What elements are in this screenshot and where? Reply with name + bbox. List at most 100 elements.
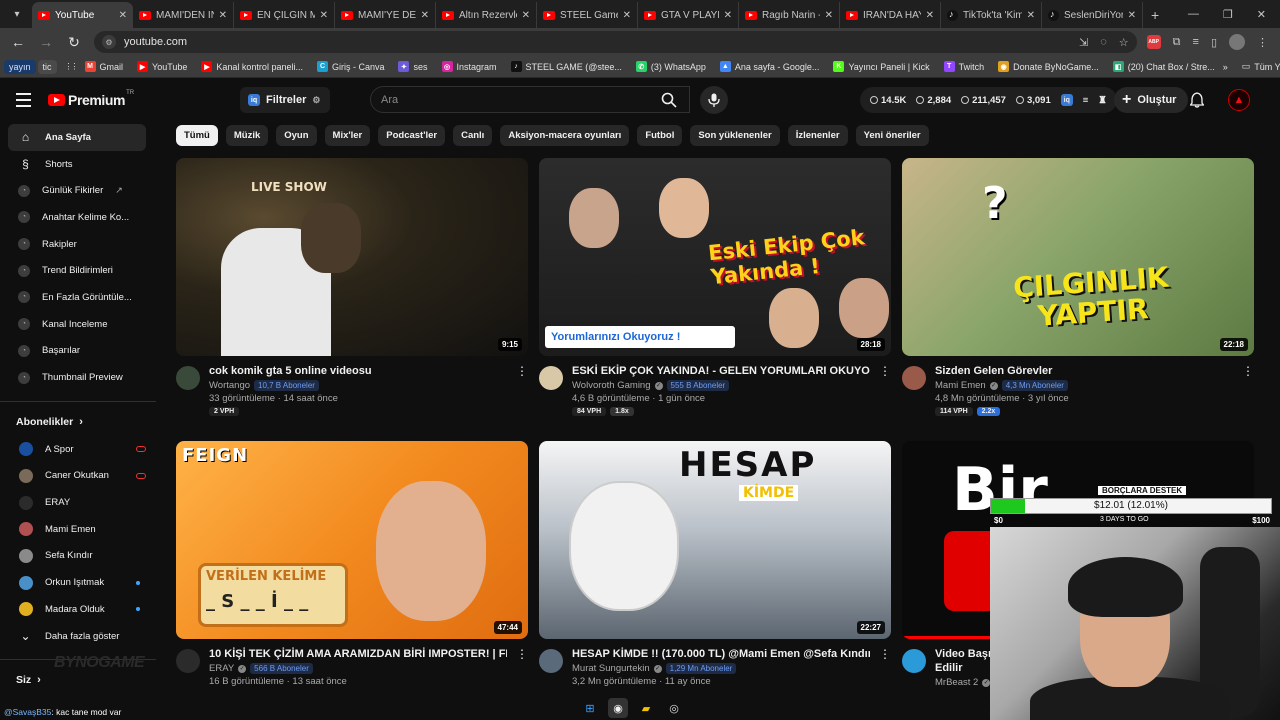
browser-tab[interactable]: Ragıb Narin - Y... ✕ (739, 2, 840, 28)
sidebar-item[interactable]: ◔ Kanal Inceleme (8, 311, 146, 338)
split-icon[interactable]: ▯ (1211, 36, 1217, 49)
close-tab-icon[interactable]: ✕ (724, 10, 732, 21)
channel-name[interactable]: ERAY (209, 663, 234, 674)
show-more-button[interactable]: ⌄ Daha fazla göster (8, 623, 146, 650)
channel-avatar[interactable] (902, 649, 926, 673)
more-actions-icon[interactable]: ⋮ (879, 647, 891, 687)
sidebar-item[interactable]: ◔ En Fazla Görüntüle... (8, 284, 146, 311)
video-title[interactable]: HESAP KİMDE !! (170.000 TL) @Mami Emen @… (572, 647, 870, 661)
video-thumbnail[interactable]: ÇILGINLIK YAPTIR? 22:18 (902, 158, 1254, 356)
apps-grid-icon[interactable]: ⋮⋮ (65, 62, 79, 71)
subscription-item[interactable]: Madara Olduk (8, 596, 146, 623)
browser-tab[interactable]: TikTok'ta 'Kimi... ✕ (941, 2, 1042, 28)
subscriptions-header[interactable]: Abonelikler › (0, 412, 156, 432)
sidebar-item[interactable]: ◔ Anahtar Kelime Ko... (8, 204, 146, 231)
browser-tab[interactable]: MAMİ'YE DEVA... ✕ (335, 2, 436, 28)
adblock-icon[interactable]: ABP (1146, 35, 1161, 49)
video-card[interactable]: Eski Ekip Çok Yakında ! Yorumlarınızı Oku… (539, 158, 891, 416)
menu-icon[interactable] (16, 93, 31, 111)
channel-avatar[interactable] (539, 649, 563, 673)
channel-avatar[interactable] (176, 649, 200, 673)
youtube-logo[interactable]: Premium TR (48, 90, 136, 108)
close-tab-icon[interactable]: ✕ (1128, 10, 1136, 21)
bookmark-item[interactable]: T Twitch (938, 59, 991, 74)
close-window-icon[interactable]: ✕ (1257, 8, 1266, 21)
notifications-bell-icon[interactable] (1189, 92, 1205, 113)
browser-tab[interactable]: STEEL Game Al... ✕ (537, 2, 638, 28)
filter-chip[interactable]: Mix'ler (324, 125, 371, 146)
account-avatar[interactable]: ▲ (1228, 89, 1250, 111)
subscription-item[interactable]: ERAY (8, 489, 146, 516)
subscription-item[interactable]: A Spor (8, 436, 146, 463)
bookmark-star-icon[interactable]: ☆ (1119, 36, 1129, 49)
bookmark-item[interactable]: ◉ Donate ByNoGame... (992, 59, 1105, 74)
channel-name[interactable]: Mami Emen (935, 380, 986, 391)
sidebar-item[interactable]: § Shorts (8, 151, 146, 178)
create-button[interactable]: + Oluştur (1114, 87, 1189, 113)
close-tab-icon[interactable]: ✕ (219, 10, 227, 21)
close-tab-icon[interactable]: ✕ (421, 10, 429, 21)
video-title[interactable]: cok komik gta 5 online videosu (209, 364, 507, 378)
filter-chip[interactable]: Yeni öneriler (855, 125, 929, 146)
filter-chip[interactable]: Son yüklenenler (690, 125, 780, 146)
sidebar-item[interactable]: ◔ Günlük Fikirler ↗ (8, 177, 146, 204)
channel-name[interactable]: Wortango (209, 380, 250, 391)
search-button[interactable] (648, 86, 690, 113)
install-app-icon[interactable]: ⇲ (1079, 36, 1088, 49)
video-title[interactable]: 10 KİŞİ TEK ÇİZİM AMA ARAMIZDAN BİRİ IMP… (209, 647, 507, 661)
more-actions-icon[interactable]: ⋮ (516, 647, 528, 687)
filter-button[interactable]: iq Filtreler ⚙ (240, 87, 331, 113)
sidebar-item[interactable]: ◔ Trend Bildirimleri (8, 257, 146, 284)
back-icon[interactable]: ← (6, 30, 30, 54)
filter-chip[interactable]: Aksiyon-macera oyunları (500, 125, 630, 146)
voice-search-button[interactable] (700, 86, 728, 114)
close-tab-icon[interactable]: ✕ (320, 10, 328, 21)
filter-chip[interactable]: Oyun (276, 125, 317, 146)
minimize-icon[interactable]: — (1188, 8, 1199, 20)
browser-tab[interactable]: İRAN'DA HAYA... ✕ (840, 2, 941, 28)
file-explorer-icon[interactable]: ▰ (636, 698, 656, 718)
filter-chip[interactable]: Podcast'ler (378, 125, 446, 146)
close-tab-icon[interactable]: ✕ (623, 10, 631, 21)
forward-icon[interactable]: → (34, 30, 58, 54)
close-tab-icon[interactable]: ✕ (1027, 10, 1035, 21)
channel-avatar[interactable] (176, 366, 200, 390)
more-actions-icon[interactable]: ⋮ (1242, 364, 1254, 416)
close-tab-icon[interactable]: ✕ (926, 10, 934, 21)
browser-tab[interactable]: EN ÇILGIN MÜT... ✕ (234, 2, 335, 28)
extensions-icon[interactable]: ⧉ (1173, 36, 1181, 49)
filter-chip[interactable]: Müzik (225, 125, 269, 146)
bookmark-item[interactable]: C Giriş - Canva (311, 59, 391, 74)
bookmark-item[interactable]: ✆ (3) WhatsApp (630, 59, 712, 74)
bookmark-item[interactable]: ◧ (20) Chat Box / Stre... (1107, 59, 1221, 74)
filter-chip[interactable]: Canlı (453, 125, 493, 146)
video-thumbnail[interactable]: FEIGN VERİLEN KELİME _ S _ _ İ _ _ 47:44 (176, 441, 528, 639)
subscription-item[interactable]: Caner Okutkan (8, 463, 146, 490)
channel-name[interactable]: Murat Sungurtekin (572, 663, 650, 674)
video-title[interactable]: Sizden Gelen Görevler (935, 364, 1233, 378)
channel-avatar[interactable] (539, 366, 563, 390)
video-card[interactable]: FEIGN VERİLEN KELİME _ S _ _ İ _ _ 47:44 10 … (176, 441, 528, 687)
bookmark-item[interactable]: ▶ Kanal kontrol paneli... (195, 59, 309, 74)
filter-chip[interactable]: İzlenenler (787, 125, 848, 146)
bookmark-item[interactable]: K Yayıncı Paneli | Kick (827, 59, 935, 74)
vidiq-badge-icon[interactable]: iq (1060, 94, 1073, 106)
eye-off-icon[interactable]: ◌ (1100, 36, 1107, 49)
windows-start-icon[interactable]: ⊞ (580, 698, 600, 718)
site-info-icon[interactable]: ⚙ (102, 35, 116, 49)
new-tab-button[interactable]: + (1143, 7, 1167, 28)
reload-icon[interactable]: ↻ (62, 30, 86, 54)
video-thumbnail[interactable]: HESAP KİMDE 22:27 (539, 441, 891, 639)
all-bookmarks-folder[interactable]: ▭ Tüm Yer İşaretleri (1242, 61, 1280, 72)
video-card[interactable]: LIVE SHOW 9:15 cok komik gta 5 online vide… (176, 158, 528, 416)
close-tab-icon[interactable]: ✕ (522, 10, 530, 21)
sidebar-item[interactable]: ◔ Başarılar (8, 338, 146, 365)
close-tab-icon[interactable]: ✕ (825, 10, 833, 21)
subscription-item[interactable]: Mami Emen (8, 516, 146, 543)
obs-icon[interactable]: ◎ (664, 698, 684, 718)
bookmark-item[interactable]: ♪ STEEL GAME (@stee... (505, 59, 628, 74)
sidebar-item[interactable]: ◔ Rakipler (8, 231, 146, 258)
address-bar[interactable]: ⚙ youtube.com ⇲ ◌ ☆ (94, 31, 1137, 53)
trophy-icon[interactable]: ♜ (1098, 95, 1107, 106)
video-title[interactable]: ESKİ EKİP ÇOK YAKINDA! - GELEN YORUMLARI… (572, 364, 870, 378)
